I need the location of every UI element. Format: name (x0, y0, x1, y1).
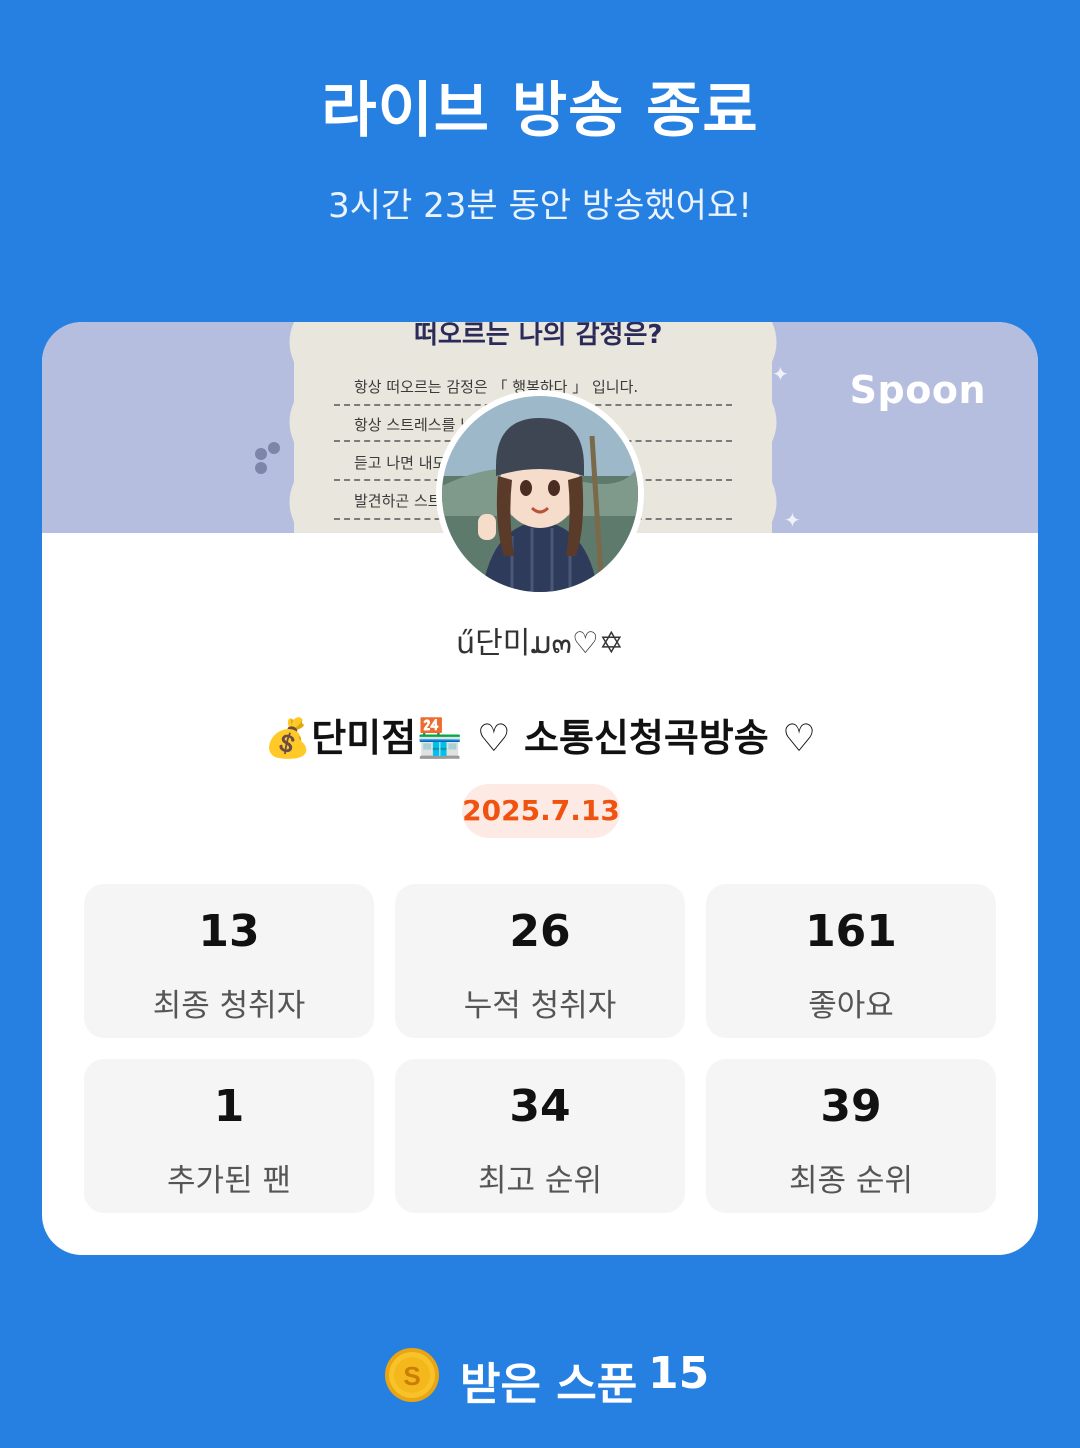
received-spoons: S 받은 스푼 15 (0, 1344, 1080, 1410)
stat-final-listeners: 13 최종 청취자 (84, 884, 374, 1038)
broadcast-duration: 3시간 23분 동안 방송했어요! (328, 186, 752, 226)
stat-total-listeners: 26 누적 청취자 (395, 884, 685, 1038)
summary-card: 떠오르는 나의 감정은? 항상 떠오르는 감정은 「 행복하다 」 입니다. 항… (42, 322, 1038, 1255)
note-wavy-edge (763, 322, 777, 533)
decoration-dots-icon (255, 442, 280, 474)
svg-text:S: S (403, 1361, 420, 1391)
page-title: 라이브 방송 종료 (321, 76, 759, 146)
sparkle-icon: ✦ (772, 362, 789, 386)
broadcast-date-badge: 2025.7.13 (462, 784, 620, 838)
stat-new-fans: 1 추가된 팬 (84, 1059, 374, 1213)
spoon-logo: Spoon (849, 368, 986, 412)
stat-label: 누적 청취자 (463, 988, 617, 1024)
stat-likes: 161 좋아요 (706, 884, 996, 1038)
profile-avatar[interactable] (436, 390, 644, 598)
stat-value: 26 (509, 906, 571, 957)
stat-label: 최종 순위 (789, 1163, 913, 1199)
stat-label: 최고 순위 (478, 1163, 602, 1199)
note-wavy-edge (289, 322, 303, 533)
stat-value: 39 (820, 1081, 882, 1132)
stat-value: 13 (198, 906, 260, 957)
note-heading: 떠오르는 나의 감정은? (414, 322, 663, 350)
stat-best-rank: 34 최고 순위 (395, 1059, 685, 1213)
avatar-illustration (442, 396, 638, 592)
stat-value: 1 (213, 1081, 245, 1132)
spoon-count: 15 (648, 1348, 710, 1399)
stat-value: 161 (805, 906, 897, 957)
stat-value: 34 (509, 1081, 571, 1132)
spoon-label: 받은 스푼 (460, 1359, 638, 1410)
sparkle-icon: ✦ (784, 508, 801, 532)
stat-label: 추가된 팬 (167, 1163, 291, 1199)
stat-final-rank: 39 최종 순위 (706, 1059, 996, 1213)
live-title: 💰단미점🏪 ♡ 소통신청곡방송 ♡ (263, 716, 817, 760)
spoon-coin-icon: S (385, 1348, 439, 1402)
note-line: 항상 떠오르는 감정은 「 행복하다 」 입니다. (354, 378, 639, 396)
stat-label: 좋아요 (808, 988, 894, 1024)
dj-nickname: ű단미ມ๓♡✡ (456, 626, 624, 661)
stat-label: 최종 청취자 (152, 988, 306, 1024)
